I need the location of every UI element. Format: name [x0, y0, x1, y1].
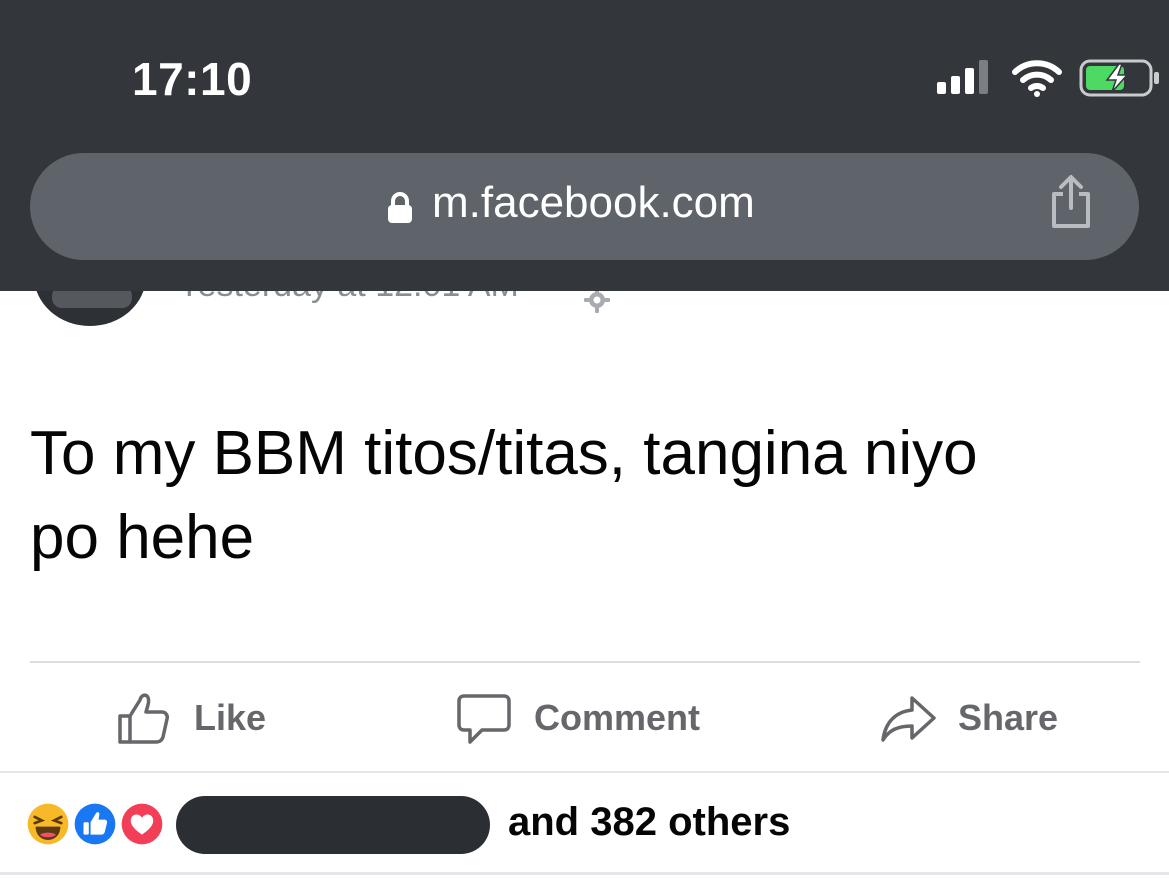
reaction-summary[interactable]: and 382 others	[508, 800, 790, 845]
status-time: 17:10	[132, 53, 253, 105]
post-text-line: To my BBM titos/titas, tangina niyo	[30, 419, 978, 488]
like-button[interactable]: Like	[116, 690, 266, 746]
wifi-icon	[1012, 60, 1062, 97]
browser-chrome: 17:10 m.facebook.com	[0, 0, 1169, 291]
section-separator	[0, 771, 1169, 773]
share-sheet-icon[interactable]	[1046, 172, 1096, 232]
haha-icon	[22, 798, 74, 850]
reaction-icons[interactable]	[22, 798, 172, 852]
like-reaction-icon	[69, 798, 121, 850]
post-text-line: po hehe	[30, 503, 255, 572]
comment-label: Comment	[534, 697, 701, 738]
share-button[interactable]: Share	[880, 690, 1058, 746]
share-arrow-icon	[881, 696, 936, 742]
post-text: To my BBM titos/titas, tangina niyo po h…	[30, 412, 1140, 580]
like-label: Like	[194, 697, 267, 738]
comment-bubble-icon	[457, 694, 511, 744]
battery-charging-icon	[1079, 59, 1159, 97]
love-reaction-icon	[116, 798, 168, 850]
bottom-separator	[0, 872, 1169, 875]
cellular-signal-icon	[937, 60, 988, 94]
share-label: Share	[958, 697, 1059, 738]
lock-icon	[388, 192, 412, 223]
url-text[interactable]: m.facebook.com	[432, 178, 755, 228]
comment-button[interactable]: Comment	[456, 690, 700, 746]
redacted-name	[176, 796, 490, 854]
post-divider	[30, 661, 1140, 663]
thumbs-up-icon	[118, 693, 169, 744]
